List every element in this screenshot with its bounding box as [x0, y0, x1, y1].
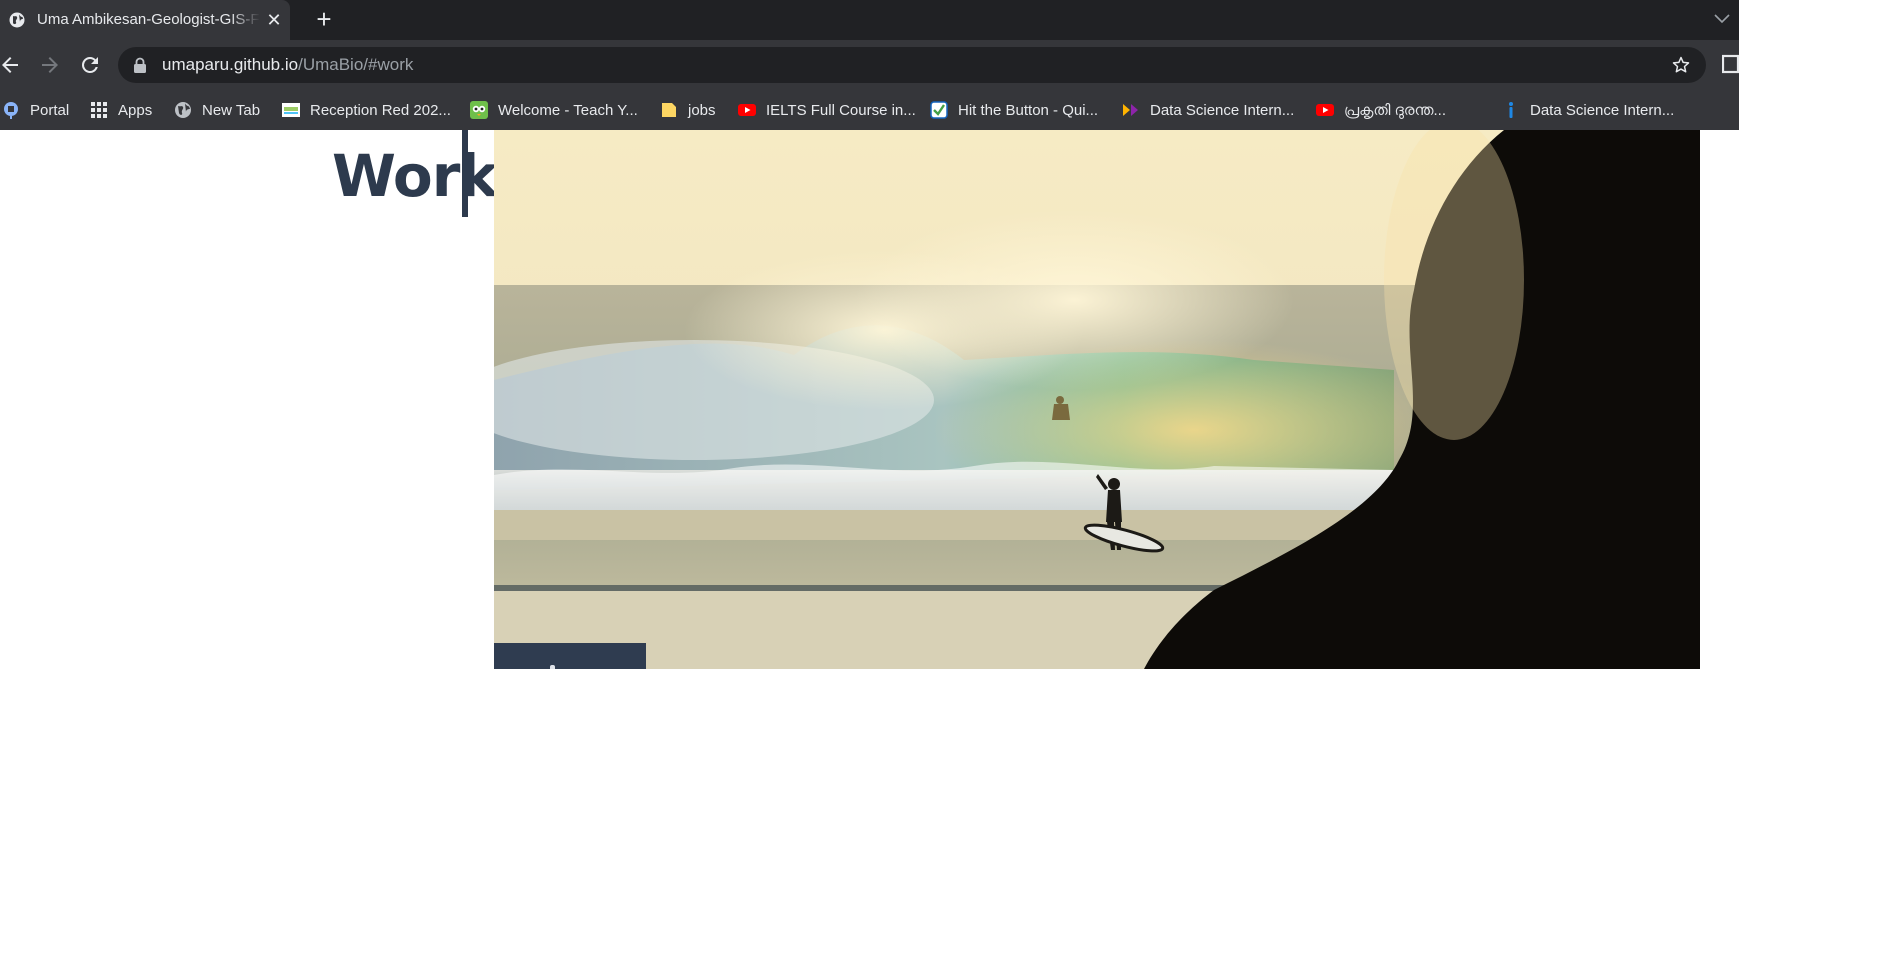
- bookmark-label: IELTS Full Course in...: [766, 101, 916, 119]
- url-path: /UmaBio/#work: [298, 55, 414, 74]
- bookmark-star-icon[interactable]: [1671, 55, 1691, 75]
- bookmark-label: Apps: [118, 101, 153, 119]
- chevron-down-icon[interactable]: [1712, 9, 1732, 29]
- bookmark-apps[interactable]: Apps: [90, 98, 152, 122]
- owl-icon: [470, 101, 488, 119]
- bookmark-hit-the-button[interactable]: Hit the Button - Qui...: [930, 98, 1098, 122]
- bookmark-ielts[interactable]: IELTS Full Course in...: [738, 98, 916, 122]
- bookmark-label: പ്രകൃതി ദുരന്ത...: [1344, 101, 1447, 119]
- tab-strip: Uma Ambikesan-Geologist-GIS-F ✕ +: [0, 0, 1739, 40]
- tab-title-fade: [230, 8, 260, 32]
- tab-title: Uma Ambikesan-Geologist-GIS-F: [37, 11, 259, 28]
- side-panel-icon[interactable]: [1722, 54, 1739, 74]
- bookmark-jobs[interactable]: jobs: [660, 98, 716, 122]
- internshala-icon: [1123, 104, 1138, 116]
- portal-icon: [4, 102, 18, 119]
- bookmark-label: Welcome - Teach Y...: [498, 101, 638, 119]
- url-host: umaparu.github.io: [162, 55, 299, 74]
- surfer-sunset-photo: [494, 130, 1700, 669]
- caption-mark: [550, 665, 555, 669]
- bookmark-reception[interactable]: Reception Red 202...: [282, 98, 451, 122]
- address-bar[interactable]: umaparu.github.io/UmaBio/#work: [118, 47, 1706, 83]
- browser-chrome: Uma Ambikesan-Geologist-GIS-F ✕ + umapar…: [0, 0, 1739, 130]
- close-tab-icon[interactable]: ✕: [265, 11, 283, 29]
- reload-icon[interactable]: [78, 53, 102, 77]
- address-url[interactable]: umaparu.github.io/UmaBio/#work: [162, 55, 413, 75]
- forward-arrow-icon[interactable]: [38, 53, 62, 77]
- toolbar: umaparu.github.io/UmaBio/#work: [0, 40, 1739, 90]
- youtube-icon: [738, 104, 756, 116]
- caption-tab[interactable]: [494, 643, 646, 669]
- new-tab-button[interactable]: +: [312, 6, 336, 32]
- bookmark-new-tab[interactable]: New Tab: [174, 98, 260, 122]
- bookmarks-bar: Portal Apps New Tab Reception Red 202...…: [0, 90, 1739, 130]
- globe-icon: [9, 12, 25, 28]
- bookmark-portal[interactable]: Portal: [2, 98, 69, 122]
- bookmark-label: Portal: [30, 101, 70, 119]
- page-content: Work: [0, 130, 1892, 972]
- folder-icon: [662, 103, 676, 117]
- bookmark-label: Reception Red 202...: [310, 101, 451, 119]
- globe-icon: [175, 102, 191, 118]
- bookmark-label: Data Science Intern...: [1530, 101, 1675, 119]
- bookmark-data-science-2[interactable]: Data Science Intern...: [1502, 98, 1674, 122]
- bookmark-label: jobs: [688, 101, 716, 119]
- browser-tab-active[interactable]: Uma Ambikesan-Geologist-GIS-F ✕: [0, 0, 290, 40]
- bookmark-label: New Tab: [202, 101, 261, 119]
- info-icon: [1509, 102, 1513, 118]
- work-heading: Work: [332, 142, 498, 210]
- bookmark-label: Hit the Button - Qui...: [958, 101, 1099, 119]
- youtube-icon: [1316, 104, 1334, 116]
- hero-image: [494, 130, 1700, 669]
- bookmark-teach[interactable]: Welcome - Teach Y...: [470, 98, 638, 122]
- checkmark-icon: [930, 101, 948, 119]
- back-arrow-icon[interactable]: [0, 53, 22, 77]
- apps-grid-icon: [91, 102, 107, 118]
- lock-icon[interactable]: [133, 57, 147, 73]
- heading-accent-bar: [462, 130, 468, 217]
- bookmark-label: Data Science Intern...: [1150, 101, 1295, 119]
- bookmark-malayalam-video[interactable]: പ്രകൃതി ദുരന്ത...: [1316, 98, 1446, 122]
- bookmark-data-science-1[interactable]: Data Science Intern...: [1122, 98, 1294, 122]
- reception-icon: [282, 103, 300, 117]
